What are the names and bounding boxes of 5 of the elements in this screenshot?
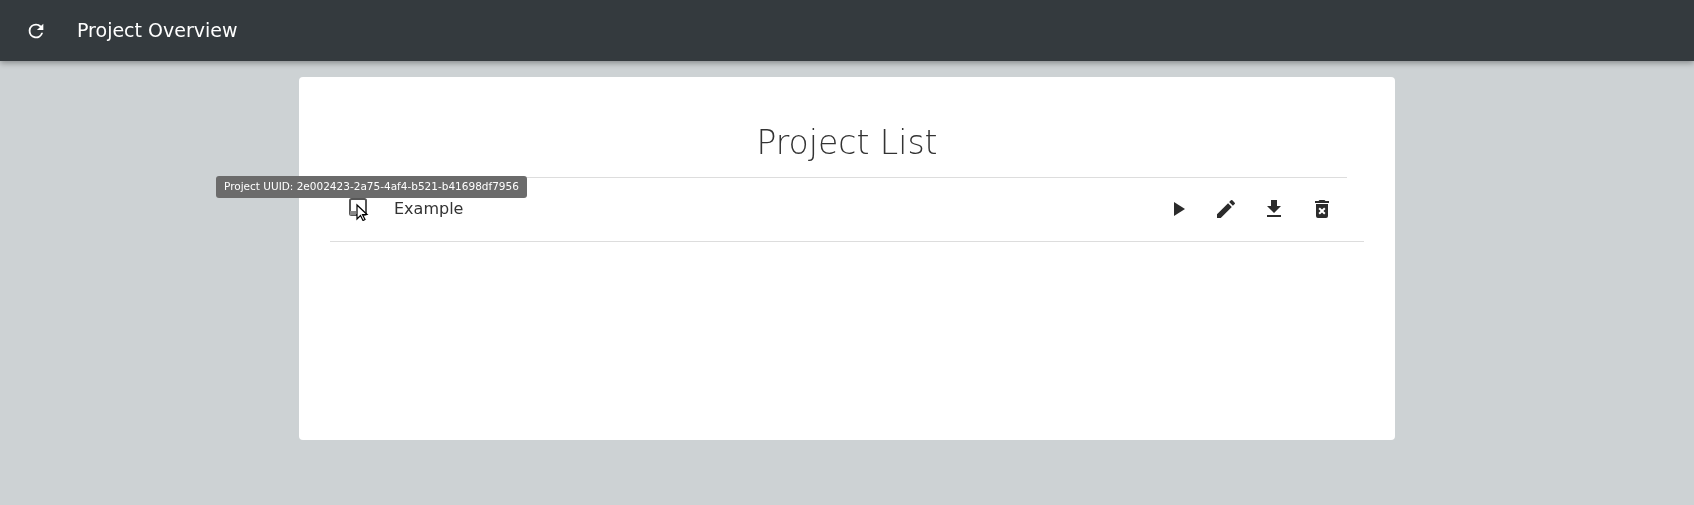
tooltip: Project UUID: 2e002423-2a75-4af4-b521-b41698df7956 xyxy=(216,176,527,198)
page-title: Project Overview xyxy=(77,18,238,44)
project-name: Example xyxy=(394,198,464,221)
info-icon[interactable] xyxy=(348,197,370,222)
list-heading: Project List xyxy=(755,122,939,163)
